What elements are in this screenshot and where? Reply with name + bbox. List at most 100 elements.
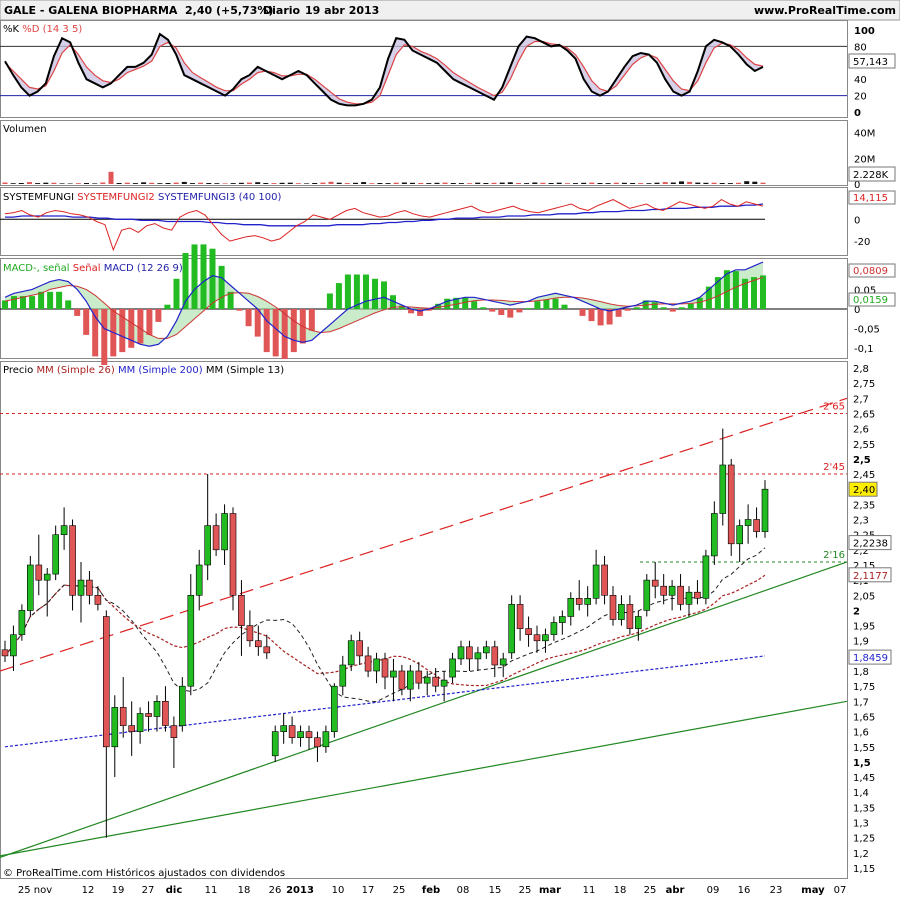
volume-bar bbox=[18, 183, 24, 184]
candle-body bbox=[550, 622, 558, 635]
macd-histogram-bar bbox=[308, 309, 315, 331]
volume-bar bbox=[320, 182, 326, 184]
macd-histogram-bar bbox=[669, 309, 676, 312]
candle-body bbox=[238, 594, 245, 626]
candle-body bbox=[255, 640, 262, 648]
date-tick: 25 bbox=[644, 885, 657, 896]
macd-histogram-bar bbox=[200, 244, 207, 309]
volume-bar bbox=[181, 181, 187, 184]
macd-histogram-bar bbox=[173, 278, 180, 309]
macd-histogram-bar bbox=[137, 309, 144, 344]
site-link[interactable]: www.ProRealTime.com bbox=[754, 4, 896, 17]
volume-bar bbox=[295, 183, 301, 184]
macd-histogram-bar bbox=[525, 308, 532, 309]
macd-histogram-bar bbox=[615, 309, 622, 317]
date-tick: 26 bbox=[269, 885, 282, 896]
volume-bar bbox=[100, 182, 106, 184]
volume-bar bbox=[548, 183, 554, 184]
candle-body bbox=[423, 676, 431, 684]
price-tick: 2,7 bbox=[853, 394, 869, 405]
macd-histogram-bar bbox=[101, 309, 108, 365]
candle-body bbox=[297, 731, 304, 738]
candle-body bbox=[35, 564, 43, 581]
volume-bar bbox=[51, 182, 57, 184]
volume-bar bbox=[116, 183, 122, 184]
candle-body bbox=[499, 658, 507, 666]
date-tick: 27 bbox=[142, 885, 155, 896]
volume-bar bbox=[393, 182, 399, 184]
volume-bar bbox=[59, 183, 65, 184]
candle-body bbox=[727, 464, 735, 545]
price-tick: 2,35 bbox=[853, 500, 875, 511]
candle-body bbox=[710, 513, 718, 557]
stoch-d-label: %D (14 3 5) bbox=[22, 24, 82, 35]
date-label: 19 abr 2013 bbox=[305, 4, 379, 17]
macd-histogram-bar bbox=[326, 293, 333, 309]
volume-bar bbox=[67, 183, 73, 184]
volume-bar bbox=[630, 183, 636, 184]
sysfungi-label: SYSTEMFUNGI bbox=[3, 192, 74, 203]
date-tick: 10 bbox=[332, 885, 345, 896]
candle-body bbox=[26, 564, 34, 611]
price-tick: 2,8 bbox=[853, 364, 869, 375]
volume-bar bbox=[475, 182, 481, 184]
volume-bar bbox=[312, 183, 318, 184]
volume-bar bbox=[719, 183, 725, 184]
mm200-label: MM (Simple 200) bbox=[118, 365, 203, 376]
volume-bar bbox=[369, 183, 375, 184]
volume-bar bbox=[426, 183, 432, 184]
price-tick: 1,55 bbox=[853, 743, 875, 754]
volume-bar bbox=[2, 182, 8, 184]
candle-body bbox=[52, 534, 60, 575]
candle-body bbox=[10, 634, 17, 657]
volume-bar bbox=[271, 183, 277, 184]
candle-body bbox=[558, 616, 566, 623]
price-label: Precio bbox=[3, 365, 33, 376]
volume-bar bbox=[573, 183, 578, 184]
date-tick: 19 bbox=[112, 885, 125, 896]
macd-histogram-bar bbox=[245, 309, 252, 327]
volume-bar bbox=[507, 182, 513, 184]
date-tick: 08 bbox=[457, 885, 470, 896]
stoch-tick: 80 bbox=[854, 42, 867, 53]
candle-body bbox=[618, 604, 625, 620]
mm26-last-value: 2,1177 bbox=[853, 571, 888, 582]
date-tick: feb bbox=[422, 885, 440, 896]
date-tick: 12 bbox=[82, 885, 95, 896]
date-tick: 11 bbox=[583, 885, 596, 896]
candle-body bbox=[668, 585, 676, 596]
period-label: Diario bbox=[263, 4, 301, 17]
candle-body bbox=[94, 594, 102, 605]
volume-bar bbox=[10, 183, 16, 184]
macd-tick: -0,05 bbox=[854, 325, 880, 336]
macd-histogram-bar bbox=[128, 309, 135, 348]
candle-body bbox=[677, 585, 684, 605]
price-tick: 1,7 bbox=[853, 697, 869, 708]
candle-body bbox=[761, 488, 769, 532]
candle-body bbox=[179, 685, 186, 726]
price-tick: 1,25 bbox=[853, 834, 875, 845]
candle-body bbox=[634, 616, 642, 629]
volume-bar bbox=[621, 182, 627, 184]
macd-tick: 0 bbox=[854, 305, 860, 316]
macd-histogram-bar bbox=[624, 309, 631, 311]
macd-histogram-bar bbox=[47, 291, 54, 309]
macd-histogram-bar bbox=[363, 274, 369, 309]
macd-histogram-bar bbox=[372, 278, 378, 309]
volume-bar bbox=[222, 183, 228, 184]
macd-histogram-bar bbox=[263, 309, 270, 353]
stoch-tick: 20 bbox=[854, 92, 867, 103]
candle-body bbox=[103, 616, 110, 748]
candle-body bbox=[626, 604, 634, 629]
stoch-tick: 0 bbox=[854, 108, 861, 119]
volume-bar bbox=[516, 183, 521, 184]
price-tick: 2,65 bbox=[853, 409, 875, 420]
volume-bar bbox=[108, 171, 114, 184]
macd-histogram-bar bbox=[543, 299, 550, 309]
macd-hist-last-value: 0,0159 bbox=[853, 295, 888, 306]
volume-bar bbox=[279, 182, 285, 184]
date-tick: 15 bbox=[489, 885, 502, 896]
candle-body bbox=[643, 579, 651, 611]
volume-bar bbox=[670, 182, 676, 184]
stoch-last-value: 57,143 bbox=[853, 57, 888, 68]
